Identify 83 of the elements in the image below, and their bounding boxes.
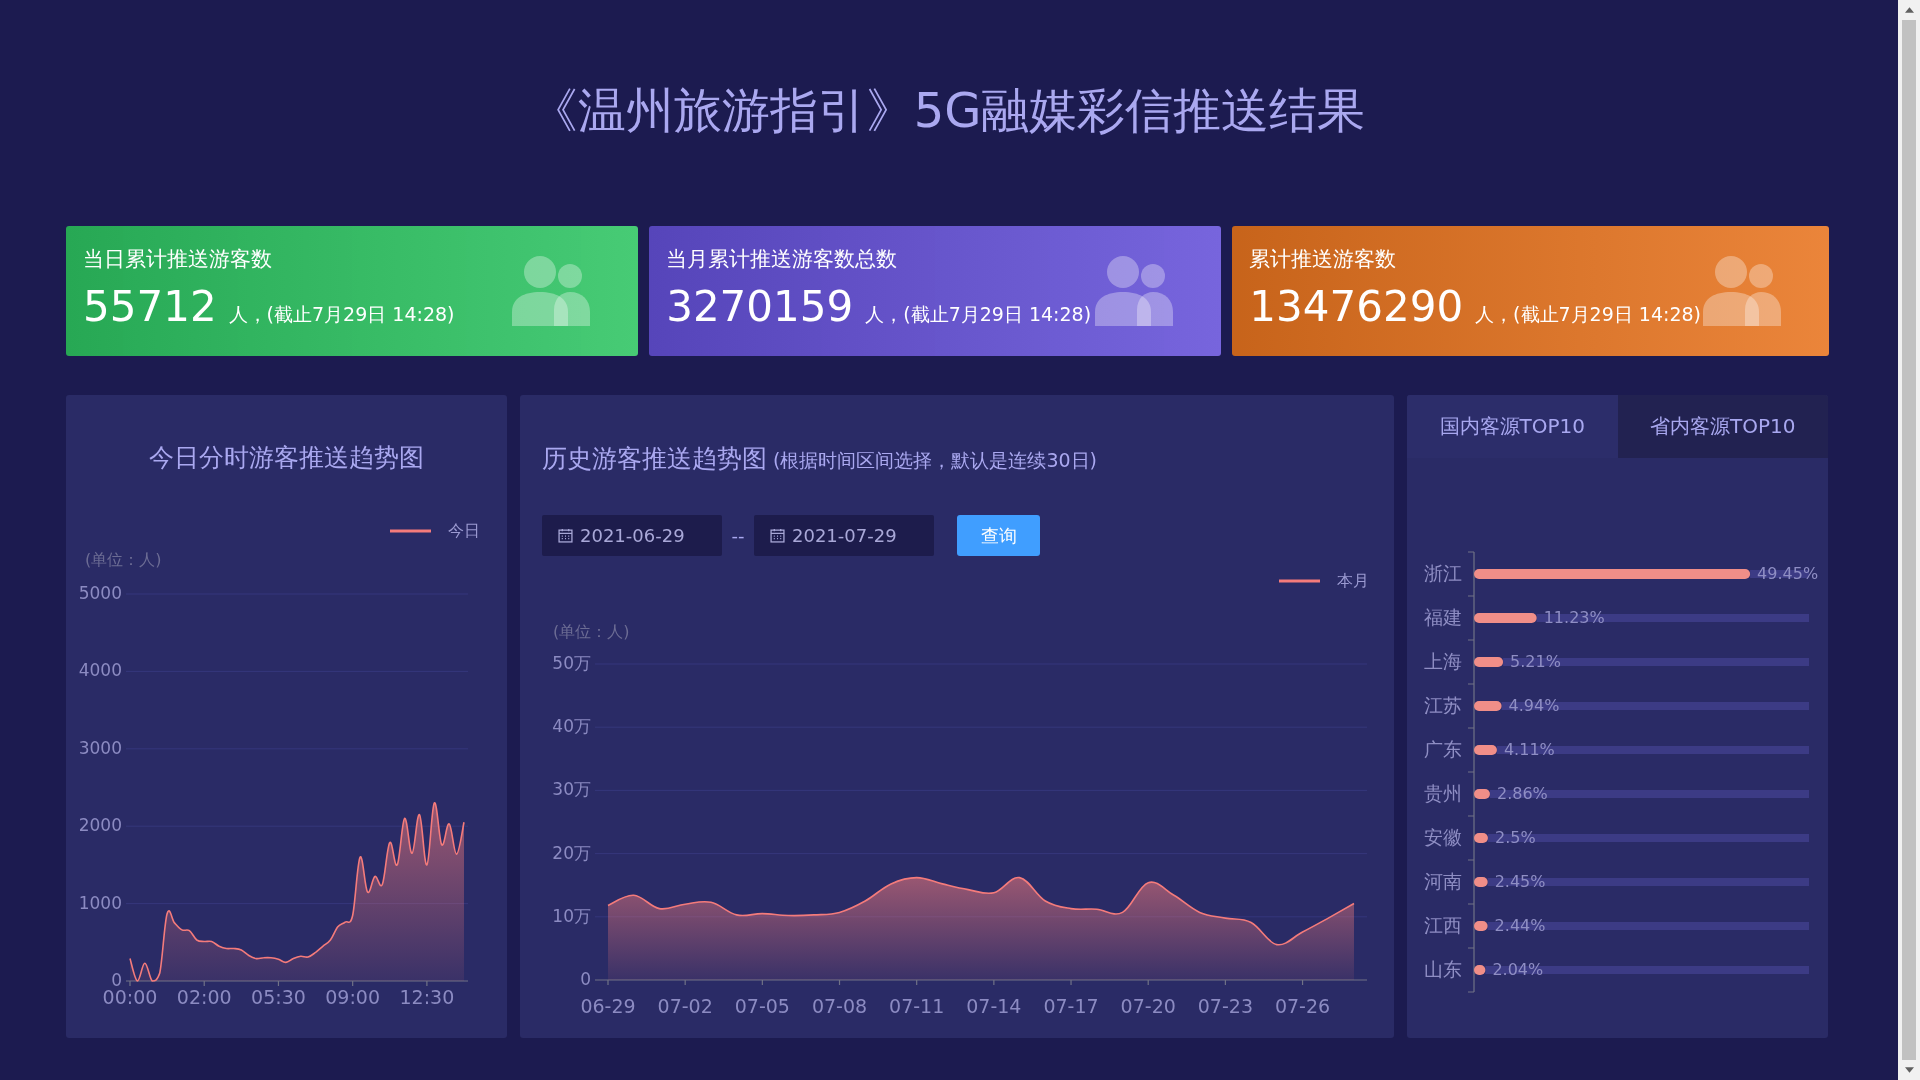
card-suffix: 人，(截止7月29日 14:28) — [228, 301, 455, 327]
calendar-icon — [770, 528, 785, 543]
tab[interactable]: 国内客源TOP10 — [1407, 395, 1618, 458]
date-field[interactable]: 2021-06-29 — [542, 515, 722, 556]
bar — [1474, 965, 1486, 975]
axis-label: 07-11 — [889, 994, 945, 1017]
axis-label: 05:30 — [251, 985, 306, 1008]
axis-label: 12:30 — [399, 985, 455, 1008]
card-title: 累计推送游客数 — [1249, 245, 1398, 273]
value-label: 11.23% — [1543, 607, 1605, 627]
bar — [1474, 877, 1488, 887]
axis-label: 浙江 — [1424, 561, 1462, 584]
value-label: 2.5% — [1494, 827, 1536, 847]
axis-label: 4000 — [78, 660, 122, 681]
card-value: 3270159 — [666, 281, 854, 332]
range-separator: -- — [730, 525, 746, 546]
axis-label: 07-20 — [1120, 994, 1176, 1017]
axis-title: (单位：人) — [85, 549, 162, 569]
axis-label: 06-29 — [580, 994, 636, 1017]
axis-label: 50万 — [552, 653, 591, 673]
axis-label: 5000 — [78, 583, 122, 603]
value-label: 2.44% — [1494, 915, 1546, 935]
bar — [1474, 789, 1490, 799]
page-title: 《温州旅游指引》5G融媒彩信推送结果 — [528, 81, 1367, 140]
card-title: 当日累计推送游客数 — [83, 245, 273, 273]
calendar-icon — [558, 528, 573, 543]
axis-label: 上海 — [1424, 649, 1462, 672]
card-title: 当月累计推送游客数总数 — [666, 245, 899, 273]
axis-label: 安徽 — [1424, 825, 1462, 848]
bar — [1474, 701, 1502, 711]
value-label: 2.45% — [1494, 871, 1546, 891]
axis-label: 广东 — [1424, 737, 1462, 760]
bar — [1474, 833, 1488, 843]
scrollbar[interactable] — [1898, 0, 1920, 1080]
value-label: 4.94% — [1508, 695, 1560, 715]
value-label: 49.45% — [1757, 563, 1819, 583]
bar — [1474, 921, 1488, 931]
card-suffix: 人，(截止7月29日 14:28) — [1475, 301, 1701, 327]
axis-label: 江苏 — [1424, 693, 1462, 716]
bar — [1474, 657, 1504, 667]
axis-label: 山东 — [1424, 957, 1462, 980]
panel-title: 今日分时游客推送趋势图 — [149, 442, 424, 474]
axis-label: 贵州 — [1424, 781, 1462, 804]
axis-label: 10万 — [552, 905, 591, 926]
legend-swatch — [1279, 579, 1320, 583]
axis-label: 0 — [580, 969, 591, 989]
axis-label: 福建 — [1424, 605, 1462, 628]
bar — [1474, 745, 1497, 755]
axis-label: 07-23 — [1197, 994, 1253, 1017]
legend-swatch — [390, 529, 431, 533]
axis-label: 02:00 — [176, 985, 232, 1008]
axis-label: 30万 — [552, 779, 591, 800]
card-value: 55712 — [83, 281, 217, 332]
panel-title: 历史游客推送趋势图 — [542, 443, 767, 475]
axis-label: 07-08 — [811, 994, 868, 1017]
axis-label: 07-14 — [966, 994, 1022, 1017]
date-field[interactable]: 2021-07-29 — [754, 515, 934, 556]
legend-label[interactable]: 今日 — [448, 520, 480, 540]
tab[interactable]: 省内客源TOP10 — [1617, 395, 1828, 458]
value-label: 4.11% — [1503, 739, 1555, 759]
axis-title: (单位：人) — [553, 621, 630, 641]
axis-label: 40万 — [552, 716, 591, 737]
bar — [1474, 613, 1537, 623]
axis-label: 07-17 — [1043, 994, 1099, 1017]
axis-label: 2000 — [78, 815, 122, 836]
axis-label: 20万 — [552, 842, 591, 863]
axis-label: 09:00 — [325, 985, 381, 1008]
scroll-down-icon[interactable] — [1904, 1067, 1914, 1073]
legend-label[interactable]: 本月 — [1337, 570, 1369, 590]
axis-label: 07-26 — [1274, 994, 1331, 1017]
axis-label: 河南 — [1424, 869, 1462, 892]
axis-label: 07-02 — [657, 994, 713, 1017]
axis-label: 07-05 — [734, 994, 790, 1017]
scroll-up-icon[interactable] — [1904, 7, 1914, 13]
value-label: 2.04% — [1492, 959, 1544, 979]
card-suffix: 人，(截止7月29日 14:28) — [865, 301, 1092, 327]
card-value: 13476290 — [1249, 281, 1464, 332]
value-label: 2.86% — [1496, 783, 1548, 803]
axis-label: 3000 — [78, 737, 122, 758]
axis-label: 1000 — [78, 892, 122, 913]
axis-label: 江西 — [1424, 913, 1462, 936]
panel-note: (根据时间区间选择，默认是连续30日) — [773, 448, 1097, 473]
value-label: 5.21% — [1510, 651, 1561, 671]
